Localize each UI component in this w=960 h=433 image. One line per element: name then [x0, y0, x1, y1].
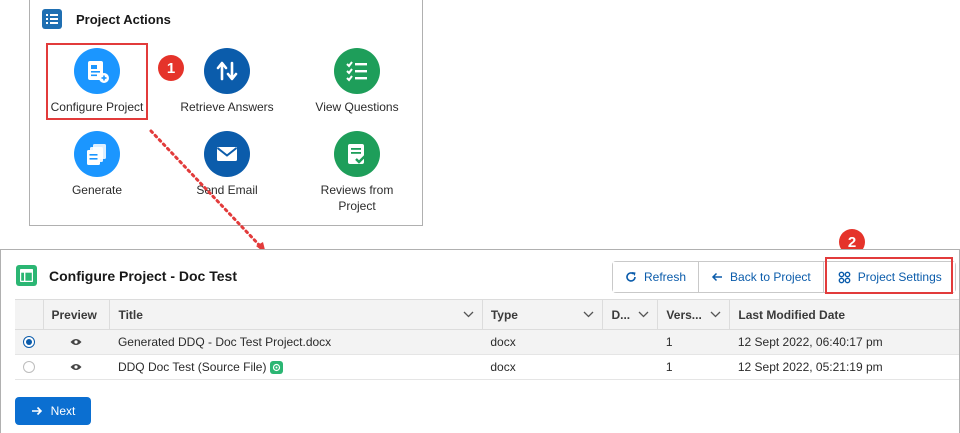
refresh-button[interactable]: Refresh: [613, 262, 699, 292]
configure-project-card: Configure Project - Doc Test Refresh Bac…: [0, 249, 960, 433]
row-title: DDQ Doc Test (Source File): [117, 359, 267, 374]
row-title: Generated DDQ - Doc Test Project.docx: [109, 329, 483, 355]
refresh-icon: [625, 271, 637, 283]
column-header-preview: Preview: [42, 299, 110, 330]
row-radio[interactable]: [23, 336, 35, 348]
next-label: Next: [50, 404, 76, 418]
row-radio[interactable]: [23, 361, 35, 373]
row-d: [602, 354, 658, 380]
column-header-version[interactable]: Vers...: [657, 299, 730, 330]
card-header: Configure Project - Doc Test: [16, 265, 237, 286]
column-header-title[interactable]: Title: [109, 299, 483, 330]
table-header-row: Preview Title Type D... Vers... Last Mod…: [15, 299, 959, 330]
project-settings-button[interactable]: Project Settings: [822, 262, 955, 292]
table-row[interactable]: DDQ Doc Test (Source File) docx 1 12 Sep…: [15, 354, 959, 380]
refresh-label: Refresh: [644, 270, 687, 284]
select-column-header: [15, 299, 43, 330]
table-row[interactable]: Generated DDQ - Doc Test Project.docx do…: [15, 329, 959, 355]
row-d: [602, 329, 658, 355]
arrow-left-icon: [711, 271, 723, 283]
back-to-project-button[interactable]: Back to Project: [698, 262, 823, 292]
settings-gears-icon: [838, 271, 851, 284]
chevron-down-icon[interactable]: [638, 311, 649, 318]
next-button[interactable]: Next: [15, 397, 91, 425]
row-version: 1: [657, 329, 730, 355]
row-type: docx: [482, 354, 603, 380]
row-modified: 12 Sept 2022, 06:40:17 pm: [729, 329, 959, 355]
chevron-down-icon[interactable]: [710, 311, 721, 318]
row-modified: 12 Sept 2022, 05:21:19 pm: [729, 354, 959, 380]
back-to-project-label: Back to Project: [730, 270, 811, 284]
arrow-right-icon: [31, 406, 43, 416]
chevron-down-icon[interactable]: [583, 311, 594, 318]
eye-icon[interactable]: [70, 363, 82, 371]
eye-icon[interactable]: [70, 338, 82, 346]
table-icon: [16, 265, 37, 286]
chevron-down-icon[interactable]: [463, 311, 474, 318]
column-header-d[interactable]: D...: [602, 299, 658, 330]
column-header-last-modified: Last Modified Date: [729, 299, 959, 330]
column-header-type[interactable]: Type: [481, 299, 603, 330]
header-button-group: Refresh Back to Project Project Settings: [612, 261, 956, 293]
row-version: 1: [657, 354, 730, 380]
card-title: Configure Project - Doc Test: [49, 267, 237, 284]
row-type: docx: [482, 329, 603, 355]
source-file-icon: [270, 361, 284, 375]
project-settings-label: Project Settings: [857, 270, 942, 284]
files-table: Preview Title Type D... Vers... Last Mod…: [15, 299, 959, 380]
